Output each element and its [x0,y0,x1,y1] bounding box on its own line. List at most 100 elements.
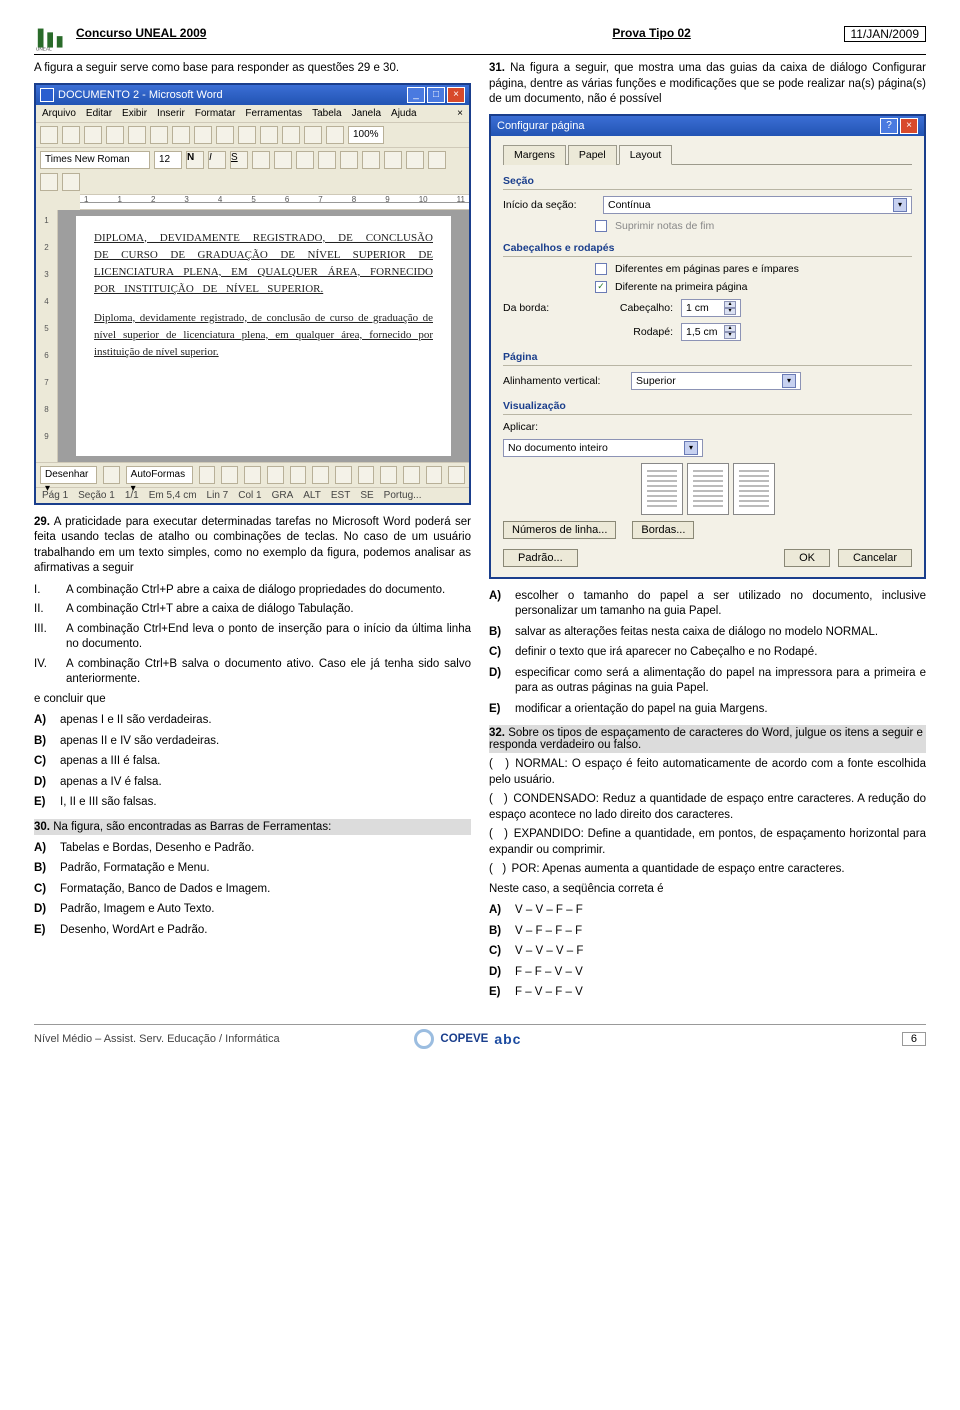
highlight-icon[interactable] [40,173,58,191]
wordart-icon[interactable] [312,466,329,484]
textbox-icon[interactable] [290,466,307,484]
decrease-indent-icon[interactable] [384,151,402,169]
justify-icon[interactable] [318,151,336,169]
page-header: UNEAL Concurso UNEAL 2009 Prova Tipo 02 … [34,26,926,55]
save-icon[interactable] [84,126,102,144]
line-numbers-button[interactable]: Números de linha... [503,521,616,539]
menu-item[interactable]: Janela [352,108,381,119]
align-right-icon[interactable] [296,151,314,169]
rectangle-icon[interactable] [244,466,261,484]
group-headers: Cabeçalhos e rodapés [503,242,912,257]
vertical-ruler[interactable]: 123456789 [36,210,58,462]
select-icon[interactable] [103,466,120,484]
cancel-button[interactable]: Cancelar [838,549,912,567]
fill-color-icon[interactable] [403,466,420,484]
header-distance-input[interactable]: 1 cm▴▾ [681,299,741,317]
size-select[interactable]: 12 [154,151,182,169]
line-icon[interactable] [199,466,216,484]
page-number: 6 [902,1032,926,1046]
chevron-down-icon: ▾ [684,441,698,455]
font-select[interactable]: Times New Roman [40,151,150,169]
q32-heading: 32. Sobre os tipos de espaçamento de car… [489,725,926,753]
zoom-select[interactable]: 100% [348,126,384,144]
preview-icon[interactable] [128,126,146,144]
diff-odd-even-checkbox[interactable] [595,263,607,275]
menu-item[interactable]: Ajuda [391,108,417,119]
menu-item[interactable]: Tabela [312,108,341,119]
header-center: Prova Tipo 02 [460,26,844,40]
tab-papel[interactable]: Papel [568,145,617,165]
show-marks-icon[interactable] [326,126,344,144]
close-button[interactable]: × [900,118,918,134]
italic-icon[interactable]: I [208,151,226,169]
document-page[interactable]: DIPLOMA, DEVIDAMENTE REGISTRADO, DE CONC… [76,216,451,456]
vertical-align-select[interactable]: Superior▾ [631,372,801,390]
dialog-titlebar: Configurar página ? × [491,116,924,136]
bullets-icon[interactable] [362,151,380,169]
uneal-logo: UNEAL [34,26,72,52]
help-button[interactable]: ? [880,118,898,134]
default-button[interactable]: Padrão... [503,549,578,567]
paste-icon[interactable] [216,126,234,144]
align-left-icon[interactable] [252,151,270,169]
group-secao: Seção [503,175,912,190]
arrow-icon[interactable] [221,466,238,484]
line-color-icon[interactable] [426,466,443,484]
doc-text-caps: DIPLOMA, DEVIDAMENTE REGISTRADO, DE CONC… [94,230,433,298]
undo-icon[interactable] [238,126,256,144]
autoshapes-menu[interactable]: AutoFormas ▾ [126,466,193,484]
redo-icon[interactable] [260,126,278,144]
borders-button[interactable]: Bordas... [632,521,694,539]
font-color2-icon[interactable] [448,466,465,484]
columns-icon[interactable] [304,126,322,144]
print-icon[interactable] [106,126,124,144]
table-icon[interactable] [282,126,300,144]
tab-margens[interactable]: Margens [503,145,566,165]
maximize-button[interactable]: □ [427,87,445,103]
header-date: 11/JAN/2009 [844,26,927,42]
word-menubar: Arquivo Editar Exibir Inserir Formatar F… [36,105,469,122]
menu-item[interactable]: Arquivo [42,108,76,119]
header-left: Concurso UNEAL 2009 [76,26,460,40]
menu-item[interactable]: Editar [86,108,112,119]
page-preview [503,463,912,515]
bold-icon[interactable]: N [186,151,204,169]
tab-layout[interactable]: Layout [619,145,673,165]
q30-heading: 30. Na figura, são encontradas as Barras… [34,819,471,835]
horizontal-ruler[interactable]: 11234567891011 [80,194,469,210]
oval-icon[interactable] [267,466,284,484]
menu-item[interactable]: Inserir [157,108,185,119]
apply-to-select[interactable]: No documento inteiro▾ [503,439,703,457]
align-center-icon[interactable] [274,151,292,169]
open-icon[interactable] [62,126,80,144]
clipart-icon[interactable] [358,466,375,484]
doc-text-lower: Diploma, devidamente registrado, de conc… [94,310,433,361]
footer-text: Nível Médio – Assist. Serv. Educação / I… [34,1033,414,1045]
font-color-icon[interactable] [62,173,80,191]
menu-item[interactable]: Exibir [122,108,147,119]
ok-button[interactable]: OK [784,549,830,567]
underline-icon[interactable]: S [230,151,248,169]
menu-item[interactable]: Ferramentas [245,108,302,119]
close-button[interactable]: × [447,87,465,103]
diff-first-page-checkbox[interactable]: ✓ [595,281,607,293]
copeve-logo: COPEVE abc [414,1029,521,1049]
copy-icon[interactable] [194,126,212,144]
draw-menu[interactable]: Desenhar ▾ [40,466,97,484]
new-icon[interactable] [40,126,58,144]
diagram-icon[interactable] [335,466,352,484]
footer-distance-input[interactable]: 1,5 cm▴▾ [681,323,741,341]
numbering-icon[interactable] [340,151,358,169]
drawing-toolbar: Desenhar ▾ AutoFormas ▾ [36,462,469,487]
minimize-button[interactable]: _ [407,87,425,103]
borders-icon[interactable] [428,151,446,169]
status-bar: Pág 1Seção 11/1Em 5,4 cmLin 7Col 1GRAALT… [36,487,469,503]
menu-item[interactable]: Formatar [195,108,236,119]
cut-icon[interactable] [172,126,190,144]
spell-icon[interactable] [150,126,168,144]
increase-indent-icon[interactable] [406,151,424,169]
suppress-endnotes-checkbox[interactable] [595,220,607,232]
section-start-select[interactable]: Contínua▾ [603,196,912,214]
picture-icon[interactable] [380,466,397,484]
chevron-down-icon: ▾ [893,198,907,212]
